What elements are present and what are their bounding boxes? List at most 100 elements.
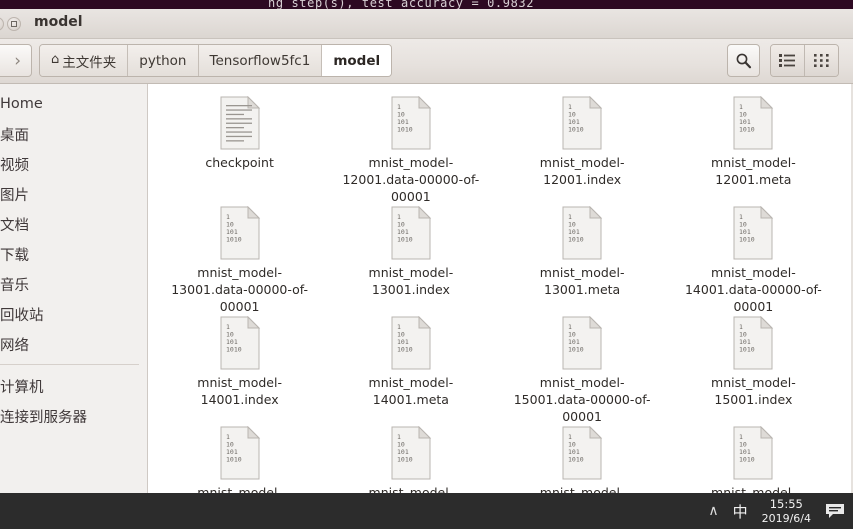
- sidebar-item-label: Home: [0, 96, 43, 112]
- sidebar-item-trash[interactable]: 回收站: [0, 299, 147, 329]
- file-item[interactable]: checkpoint: [154, 90, 325, 200]
- file-item[interactable]: 1101011010mnist_model-16001.index: [497, 420, 668, 494]
- sidebar-item-label: 图片: [0, 187, 29, 204]
- sidebar-item-videos[interactable]: 视频: [0, 149, 147, 179]
- grid-view-icon: [814, 54, 829, 67]
- file-item[interactable]: 1 10 101 1010 mnist_model-14001.index: [154, 310, 325, 420]
- file-item[interactable]: 1 10 101 1010 mnist_model-14001.data-00000-o…: [668, 200, 839, 314]
- search-icon: [736, 53, 752, 69]
- svg-text:1010: 1010: [568, 236, 584, 244]
- binary-file-icon: 1 10 101 1010: [560, 95, 604, 150]
- binary-file-icon: 1 10 101 1010: [731, 205, 775, 260]
- breadcrumb-item-home[interactable]: ⌂ 主文件夹: [40, 45, 129, 76]
- breadcrumb-label: python: [139, 52, 187, 69]
- file-manager-window: model › ⌂ 主文件夹 python Tensorflow5fc1 mod…: [0, 9, 853, 494]
- title-bar[interactable]: model: [0, 9, 853, 39]
- breadcrumb-item-python[interactable]: python: [128, 45, 199, 76]
- binary-file-icon: 1 10 101 1010: [218, 425, 262, 480]
- sidebar-item-label: 连接到服务器: [0, 409, 87, 426]
- terminal-output-text: ng step(s), test accuracy = 0.9832: [268, 0, 535, 9]
- clock-date: 2019/6/4: [761, 511, 811, 525]
- svg-text:1010: 1010: [397, 456, 413, 464]
- file-item[interactable]: 1 10 101 1010 mnist_model-13001.data-00000-o…: [154, 200, 325, 314]
- binary-file-icon: 1 10 101 1010: [731, 315, 775, 370]
- chevron-right-icon: ›: [14, 51, 21, 71]
- message-icon-glyph: [826, 504, 844, 518]
- sidebar-item-music[interactable]: 音乐: [0, 269, 147, 299]
- file-item[interactable]: 1 10 101 1010 mnist_model-12001.index: [497, 90, 668, 200]
- binary-file-icon: 1 10 101 1010: [218, 205, 262, 260]
- sidebar-item-desktop[interactable]: 桌面: [0, 119, 147, 149]
- binary-file-icon: 1 10 101 1010: [389, 425, 433, 480]
- binary-file-icon: 1 10 101 1010: [218, 315, 262, 370]
- sidebar-item-label: 文档: [0, 217, 29, 234]
- view-mode-group: [770, 44, 839, 77]
- sidebar-item-network[interactable]: 网络: [0, 329, 147, 359]
- file-name-label: mnist_model-15001.index: [711, 375, 796, 407]
- sidebar-item-label: 下载: [0, 247, 29, 264]
- breadcrumb-item-model[interactable]: model: [322, 45, 392, 76]
- svg-text:1010: 1010: [226, 456, 242, 464]
- chevron-up-icon[interactable]: ∧: [708, 503, 718, 519]
- navigation-back-button[interactable]: ›: [0, 44, 32, 77]
- window-controls: [0, 17, 21, 31]
- background-terminal-window[interactable]: ng step(s), test accuracy = 0.9832: [0, 0, 853, 9]
- file-item[interactable]: 1 10 101 1010 mnist_model-12001.data-00000-o…: [325, 90, 496, 204]
- file-name-label: mnist_model-13001.index: [368, 265, 454, 297]
- message-icon[interactable]: [825, 503, 845, 519]
- svg-text:1010: 1010: [226, 346, 242, 354]
- file-item[interactable]: 1101011010mnist_model-15001.meta: [154, 420, 325, 494]
- svg-text:1010: 1010: [568, 346, 584, 354]
- file-item[interactable]: 1 10 101 1010 mnist_model-15001.index: [668, 310, 839, 420]
- file-name-label: mnist_model-12001.data-00000-of-00001: [342, 155, 480, 204]
- svg-text:1010: 1010: [739, 346, 755, 354]
- file-item[interactable]: 1 10 101 1010 mnist_model-15001.data-00000-o…: [497, 310, 668, 424]
- svg-text:1010: 1010: [226, 236, 242, 244]
- file-name-label: mnist_model-13001.meta: [539, 265, 625, 297]
- svg-text:1010: 1010: [397, 126, 413, 134]
- sidebar-item-pictures[interactable]: 图片: [0, 179, 147, 209]
- breadcrumb-item-tensorflow5fc1[interactable]: Tensorflow5fc1: [198, 45, 323, 76]
- sidebar-item-documents[interactable]: 文档: [0, 209, 147, 239]
- file-name-label: mnist_model-14001.data-00000-of-00001: [684, 265, 822, 314]
- file-list-area[interactable]: checkpoint 1 10 101 1010 mnist_model-12001.da…: [148, 84, 853, 494]
- sidebar-item-label: 音乐: [0, 277, 29, 294]
- sidebar-item-downloads[interactable]: 下载: [0, 239, 147, 269]
- sidebar: Home 桌面 视频 图片 文档 下载 音乐 回收站 网络 计算机 连接到服务器: [0, 84, 148, 494]
- svg-text:1010: 1010: [739, 236, 755, 244]
- svg-text:1010: 1010: [739, 126, 755, 134]
- clock[interactable]: 15:55 2019/6/4: [762, 497, 811, 526]
- sidebar-item-connect-to-server[interactable]: 连接到服务器: [0, 401, 147, 431]
- sidebar-item-label: 网络: [0, 337, 29, 354]
- taskbar: ∧ 中 15:55 2019/6/4: [0, 493, 853, 529]
- search-button[interactable]: [727, 44, 760, 77]
- breadcrumb-label: Tensorflow5fc1: [209, 52, 311, 69]
- file-item[interactable]: 1101011010mnist_model-16001.meta: [668, 420, 839, 494]
- file-name-label: mnist_model-14001.meta: [368, 375, 454, 407]
- sidebar-item-home[interactable]: Home: [0, 89, 147, 119]
- toolbar-right-buttons: [727, 44, 839, 77]
- system-tray: ∧ 中 15:55 2019/6/4: [708, 493, 845, 529]
- file-name-label: mnist_model-12001.index: [539, 155, 625, 187]
- breadcrumb-label: 主文件夹: [62, 54, 117, 71]
- minimize-button[interactable]: [0, 17, 4, 31]
- file-item[interactable]: 1 10 101 1010 mnist_model-12001.meta: [668, 90, 839, 200]
- file-grid: checkpoint 1 10 101 1010 mnist_model-12001.da…: [148, 84, 853, 494]
- window-title: model: [34, 14, 83, 30]
- file-item[interactable]: 1 10 101 1010 mnist_model-13001.index: [325, 200, 496, 310]
- svg-text:1010: 1010: [568, 126, 584, 134]
- clock-time: 15:55: [769, 496, 803, 511]
- ime-indicator[interactable]: 中: [733, 501, 748, 522]
- sidebar-item-label: 计算机: [0, 379, 44, 396]
- binary-file-icon: 1 10 101 1010: [389, 205, 433, 260]
- file-item[interactable]: 1 10 101 1010 mnist_model-14001.meta: [325, 310, 496, 420]
- list-view-button[interactable]: [771, 45, 805, 76]
- sidebar-item-label: 视频: [0, 157, 29, 174]
- grid-view-button[interactable]: [805, 45, 838, 76]
- screen: ng step(s), test accuracy = 0.9832 model…: [0, 0, 853, 529]
- binary-file-icon: 1 10 101 1010: [560, 205, 604, 260]
- file-item[interactable]: 1 10 101 1010 mnist_model-13001.meta: [497, 200, 668, 310]
- sidebar-item-computer[interactable]: 计算机: [0, 371, 147, 401]
- maximize-button[interactable]: [7, 17, 21, 31]
- file-item[interactable]: 1101011010mnist_model-16001.data-00000-o…: [325, 420, 496, 494]
